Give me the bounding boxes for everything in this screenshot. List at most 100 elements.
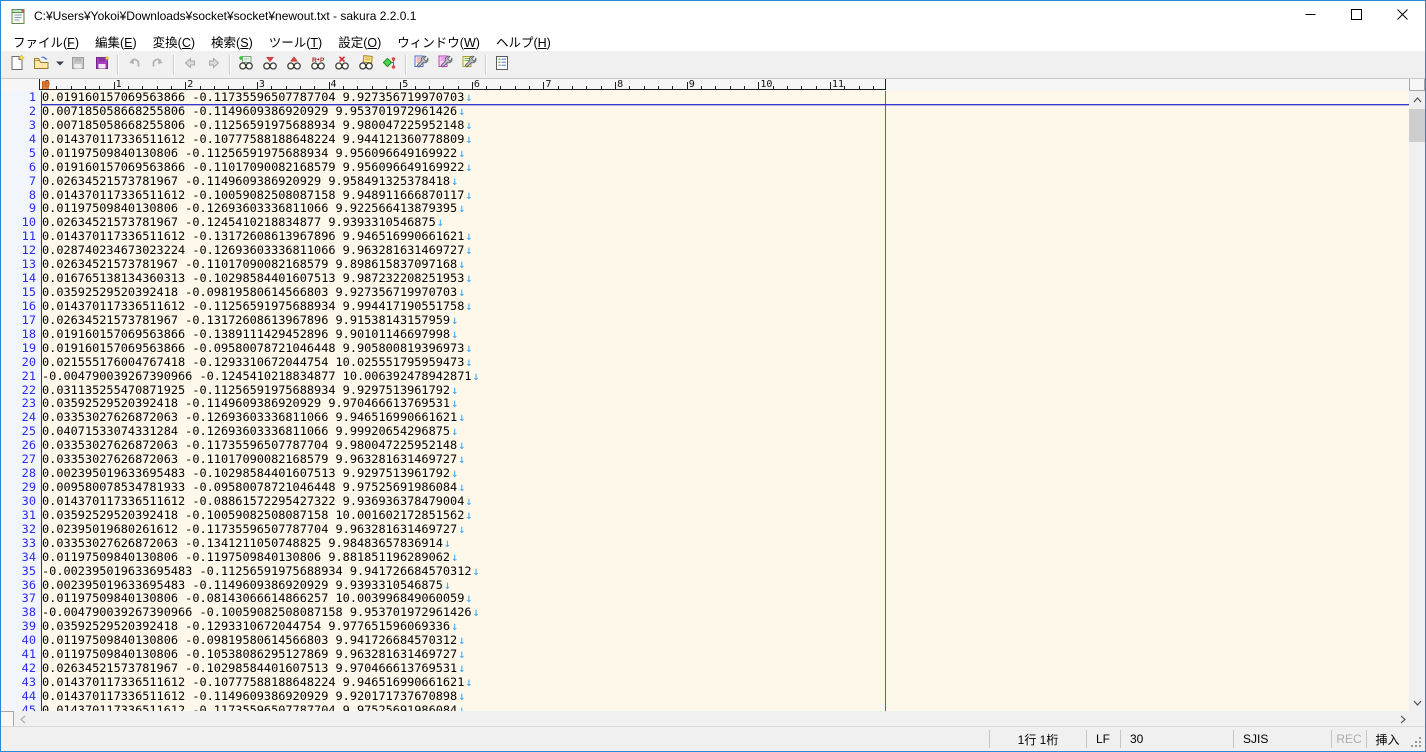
undo-button[interactable] bbox=[122, 53, 146, 77]
ruler-tick bbox=[157, 86, 158, 90]
resize-grip[interactable] bbox=[1408, 727, 1425, 751]
text-line: 21-0.004790039267390966 -0.1245410218834… bbox=[1, 370, 1411, 384]
text-editor[interactable]: 10.019160157069563866 -0.117355965077877… bbox=[1, 91, 1411, 711]
column-ruler: 01234567891011 bbox=[1, 79, 1409, 91]
keymacro-settings-button[interactable] bbox=[458, 53, 482, 77]
ruler-tick bbox=[257, 82, 258, 90]
menu-item-2[interactable]: 変換(C) bbox=[145, 30, 203, 53]
ruler-tick bbox=[830, 82, 831, 90]
line-number: 3 bbox=[1, 119, 36, 133]
clear-search-mark-button[interactable] bbox=[330, 53, 354, 77]
find-next-button[interactable] bbox=[258, 53, 282, 77]
menu-item-4[interactable]: ツール(T) bbox=[261, 30, 330, 53]
nav-back-icon bbox=[182, 55, 198, 74]
vertical-scrollbar[interactable] bbox=[1409, 79, 1425, 711]
status-message-area bbox=[1, 727, 989, 751]
find-prev-button[interactable] bbox=[282, 53, 306, 77]
ruler-tick bbox=[458, 86, 459, 90]
line-number: 11 bbox=[1, 230, 36, 244]
vertical-scroll-thumb[interactable] bbox=[1409, 109, 1425, 142]
ruler-tick bbox=[558, 86, 559, 90]
menu-item-0[interactable]: ファイル(F) bbox=[5, 30, 87, 53]
eol-mark: ↓ bbox=[451, 327, 458, 341]
outline-button[interactable] bbox=[490, 53, 514, 77]
ruler-tick bbox=[271, 86, 272, 90]
line-number: 26 bbox=[1, 439, 36, 453]
common-settings-button[interactable] bbox=[434, 53, 458, 77]
line-number: 5 bbox=[1, 147, 36, 161]
maximize-button[interactable] bbox=[1333, 1, 1379, 31]
line-text: 0.02634521573781967 -0.1245410218834877 … bbox=[42, 216, 444, 230]
line-number: 14 bbox=[1, 272, 36, 286]
line-text: -0.004790039267390966 -0.100590825080871… bbox=[42, 606, 480, 620]
text-line: 50.01197509840130806 -0.1125659197568893… bbox=[1, 147, 1411, 161]
line-number: 29 bbox=[1, 481, 36, 495]
eol-mark: ↓ bbox=[451, 550, 458, 564]
menu-item-7[interactable]: ヘルプ(H) bbox=[488, 30, 559, 53]
ruler-tick bbox=[71, 86, 72, 90]
scroll-up-button[interactable] bbox=[1409, 91, 1425, 108]
menu-item-6[interactable]: ウィンドウ(W) bbox=[389, 30, 488, 53]
statusbar-encoding: SJIS bbox=[1234, 727, 1331, 751]
open-file-dropdown[interactable] bbox=[53, 53, 66, 77]
text-line: 220.031135255470871925 -0.11256591975688… bbox=[1, 384, 1411, 398]
text-line: 260.03353027626872063 -0.117355965077877… bbox=[1, 439, 1411, 453]
redo-button[interactable] bbox=[146, 53, 170, 77]
find-button[interactable] bbox=[234, 53, 258, 77]
scroll-down-button[interactable] bbox=[1409, 694, 1425, 711]
ruler-tick bbox=[243, 86, 244, 90]
ruler-tick bbox=[214, 86, 215, 90]
text-line: 270.03353027626872063 -0.110170900821685… bbox=[1, 453, 1411, 467]
save-all-icon bbox=[94, 55, 110, 74]
eol-mark: ↓ bbox=[451, 313, 458, 327]
minimize-button[interactable] bbox=[1287, 1, 1333, 31]
maximize-icon bbox=[1351, 7, 1362, 25]
open-file-icon bbox=[33, 55, 49, 74]
line-number: 12 bbox=[1, 244, 36, 258]
eol-mark: ↓ bbox=[458, 285, 465, 299]
eol-mark: ↓ bbox=[473, 564, 480, 578]
eol-mark: ↓ bbox=[465, 675, 472, 689]
text-line: 10.019160157069563866 -0.117355965077877… bbox=[1, 91, 1411, 105]
eol-mark: ↓ bbox=[465, 229, 472, 243]
line-text: 0.04071533074331284 -0.12693603336811066… bbox=[42, 425, 458, 439]
save-icon bbox=[70, 55, 86, 74]
save-all-button[interactable] bbox=[90, 53, 114, 77]
ruler-tick bbox=[543, 82, 544, 90]
replace-button[interactable]: RP bbox=[306, 53, 330, 77]
jump-button[interactable] bbox=[378, 53, 402, 77]
close-button[interactable] bbox=[1379, 1, 1425, 31]
text-line: 300.014370117336511612 -0.08861572295427… bbox=[1, 495, 1411, 509]
menu-item-3[interactable]: 検索(S) bbox=[203, 30, 261, 53]
ruler-tick bbox=[744, 86, 745, 90]
ruler-tick bbox=[228, 86, 229, 90]
type-settings-button[interactable] bbox=[410, 53, 434, 77]
save-button[interactable] bbox=[66, 53, 90, 77]
line-number: 22 bbox=[1, 384, 36, 398]
menu-item-5[interactable]: 設定(O) bbox=[330, 30, 389, 53]
line-text: 0.01197509840130806 -0.1197509840130806 … bbox=[42, 551, 458, 565]
line-text: 0.03592529520392418 -0.09819580614566803… bbox=[42, 286, 465, 300]
line-text: 0.009580078534781933 -0.0958007872104644… bbox=[42, 481, 465, 495]
eol-mark: ↓ bbox=[458, 201, 465, 215]
text-line: 80.014370117336511612 -0.100590825080871… bbox=[1, 189, 1411, 203]
line-number: 25 bbox=[1, 425, 36, 439]
open-file-button[interactable] bbox=[29, 53, 53, 77]
jump-forward-button[interactable] bbox=[202, 53, 226, 77]
eol-mark: ↓ bbox=[465, 132, 472, 146]
line-number: 8 bbox=[1, 189, 36, 203]
line-number: 27 bbox=[1, 453, 36, 467]
line-text: -0.004790039267390966 -0.124541021883487… bbox=[42, 370, 480, 384]
line-number: 10 bbox=[1, 216, 36, 230]
menu-item-1[interactable]: 編集(E) bbox=[87, 30, 145, 53]
text-line: 120.028740234673023224 -0.12693603336811… bbox=[1, 244, 1411, 258]
jump-back-button[interactable] bbox=[178, 53, 202, 77]
ruler-tick bbox=[429, 86, 430, 90]
ruler-tick bbox=[386, 86, 387, 90]
text-line: 70.02634521573781967 -0.1149609386920929… bbox=[1, 175, 1411, 189]
new-file-button[interactable] bbox=[5, 53, 29, 77]
text-line: 360.002395019633695483 -0.11496093869209… bbox=[1, 579, 1411, 593]
vertical-split-handle[interactable] bbox=[1409, 79, 1425, 91]
grep-button[interactable] bbox=[354, 53, 378, 77]
eol-mark: ↓ bbox=[465, 243, 472, 257]
